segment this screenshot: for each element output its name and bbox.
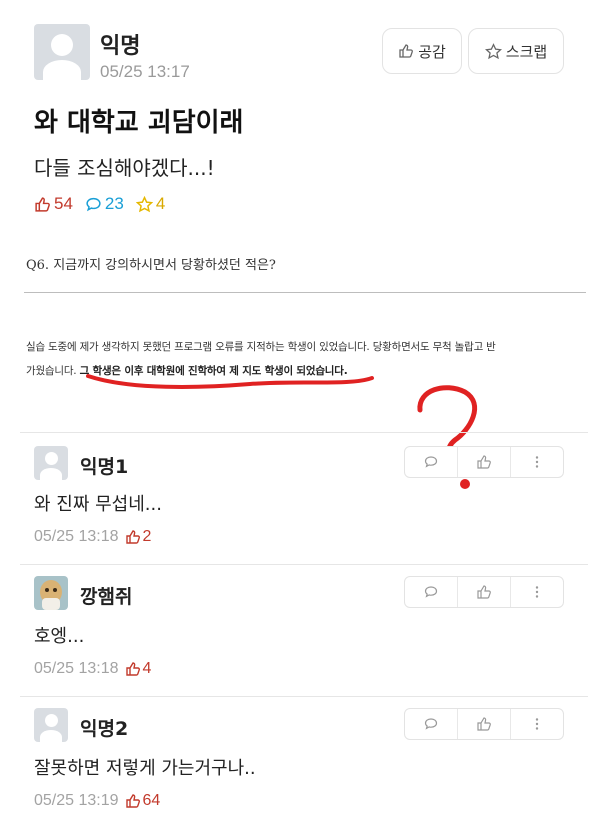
- comment-separator: [20, 564, 588, 565]
- more-options-button[interactable]: [511, 447, 563, 477]
- like-icon: [125, 793, 141, 809]
- like-icon: [125, 661, 141, 677]
- comment-meta: 05/25 13:18 4: [34, 660, 151, 678]
- more-vertical-icon: [529, 454, 545, 470]
- post-time: 05/25 13:17: [100, 62, 190, 81]
- comment-count: 23: [104, 194, 124, 213]
- more-vertical-icon: [529, 584, 545, 600]
- more-options-button[interactable]: [511, 577, 563, 607]
- image-answer-line1: 실습 도중에 제가 생각하지 못했던 프로그램 오류를 지적하는 학생이 있었습…: [26, 341, 496, 353]
- scrap-count: 4: [155, 194, 166, 213]
- post-body: 다들 조심해야겠다...!: [34, 156, 215, 180]
- thumbs-up-icon: [476, 454, 492, 470]
- like-icon: [125, 529, 141, 545]
- comment-time: 05/25 13:19: [34, 792, 119, 809]
- comment-body: 잘못하면 저렇게 가는거구나..: [34, 758, 256, 779]
- comment-avatar: [34, 708, 68, 742]
- comment-like-button[interactable]: [458, 709, 511, 739]
- speech-bubble-icon: [423, 716, 439, 732]
- comment-like-button[interactable]: [458, 577, 511, 607]
- image-divider: [24, 292, 586, 293]
- comment-avatar: [34, 446, 68, 480]
- thumbs-up-icon: [476, 716, 492, 732]
- comment-body: 와 진짜 무섭네...: [34, 494, 162, 515]
- comment-time: 05/25 13:18: [34, 528, 119, 545]
- reply-button[interactable]: [405, 709, 458, 739]
- comment-separator: [20, 696, 588, 697]
- empathy-button[interactable]: 공감: [382, 28, 462, 74]
- comment-like-count: 2: [142, 528, 152, 545]
- comment-author: 깡햄쥐: [80, 586, 133, 608]
- scrap-label: 스크랩: [505, 42, 548, 61]
- star-icon: [484, 42, 502, 60]
- comment-like-count: 4: [142, 660, 152, 677]
- comment-actions: [404, 708, 564, 740]
- comment-count-icon: [85, 196, 102, 213]
- empathy-label: 공감: [418, 42, 446, 61]
- scrap-button[interactable]: 스크랩: [468, 28, 564, 74]
- comment-meta: 05/25 13:18 2: [34, 528, 151, 546]
- post-title: 와 대학교 괴담이래: [34, 108, 244, 138]
- speech-bubble-icon: [423, 454, 439, 470]
- reply-button[interactable]: [405, 447, 458, 477]
- comment-avatar-photo: [34, 576, 68, 610]
- like-count-icon: [34, 196, 51, 213]
- post-author: 익명: [100, 34, 141, 59]
- scrap-count-icon: [135, 195, 153, 213]
- comment-meta: 05/25 13:19 64: [34, 792, 160, 810]
- comment-time: 05/25 13:18: [34, 660, 119, 677]
- comment-separator: [20, 432, 588, 433]
- image-question: Q6. 지금까지 강의하시면서 당황하셨던 적은?: [26, 258, 276, 273]
- more-vertical-icon: [529, 716, 545, 732]
- comment-actions: [404, 446, 564, 478]
- like-count: 54: [54, 194, 73, 213]
- comment-author: 익명2: [80, 718, 129, 740]
- comment-body: 호엥...: [34, 626, 85, 647]
- speech-bubble-icon: [423, 584, 439, 600]
- reply-button[interactable]: [405, 577, 458, 607]
- thumbs-up-icon: [398, 43, 414, 59]
- red-annotation: [86, 374, 478, 489]
- author-avatar: [34, 24, 90, 80]
- post-counts: 54 23 4: [34, 194, 177, 214]
- thumbs-up-icon: [476, 584, 492, 600]
- comment-author: 익명1: [80, 456, 129, 478]
- comment-like-button[interactable]: [458, 447, 511, 477]
- more-options-button[interactable]: [511, 709, 563, 739]
- comment-like-count: 64: [142, 792, 161, 809]
- comment-actions: [404, 576, 564, 608]
